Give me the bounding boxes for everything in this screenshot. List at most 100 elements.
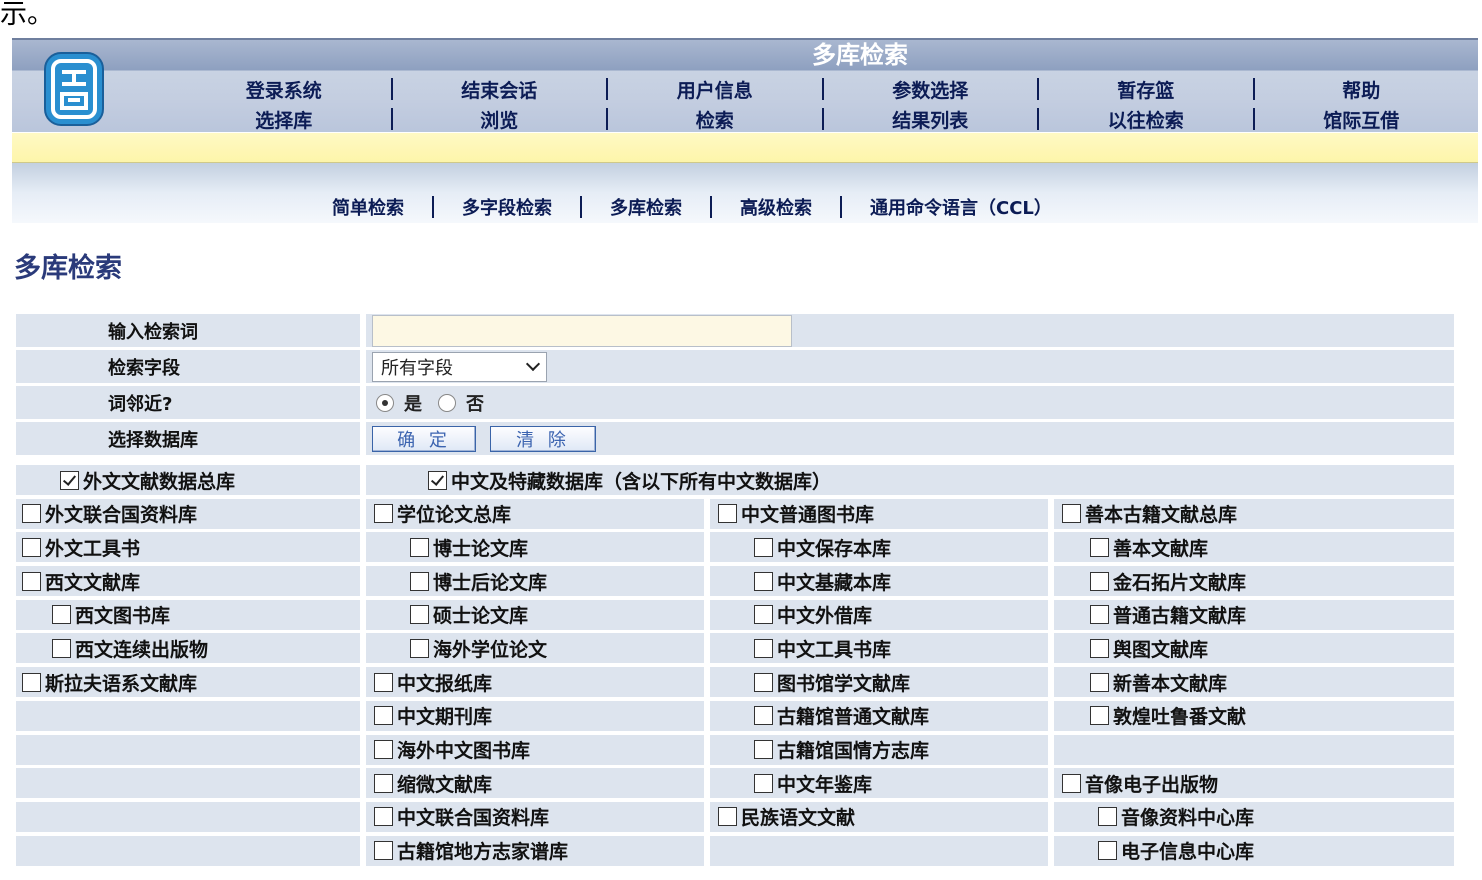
nav-interlibrary-loan[interactable]: 馆际互借 xyxy=(1255,106,1469,133)
db-checkbox[interactable] xyxy=(52,605,71,625)
nav-user-info[interactable]: 用户信息 xyxy=(608,76,822,103)
nav-search-history[interactable]: 以往检索 xyxy=(1039,106,1253,133)
db-checkbox[interactable] xyxy=(754,672,773,692)
db-item[interactable]: 海外中文图书库 xyxy=(366,734,704,765)
db-checkbox[interactable] xyxy=(754,571,773,591)
db-item[interactable]: 中文联合国资料库 xyxy=(366,801,704,832)
nav-result-list[interactable]: 结果列表 xyxy=(824,106,1038,133)
db-item[interactable]: 缩微文献库 xyxy=(366,768,704,799)
db-item[interactable]: 学位论文总库 xyxy=(366,498,704,529)
db-item[interactable]: 博士后论文库 xyxy=(366,566,704,597)
db-item[interactable]: 西文连续出版物 xyxy=(16,633,360,664)
db-checkbox[interactable] xyxy=(1090,605,1109,625)
db-checkbox[interactable] xyxy=(754,638,773,658)
db-item[interactable]: 中文普通图书库 xyxy=(710,498,1048,529)
db-item[interactable]: 中文工具书库 xyxy=(710,633,1048,664)
db-checkbox[interactable] xyxy=(1062,504,1081,524)
db-checkbox[interactable] xyxy=(22,571,41,591)
db-item[interactable]: 古籍馆普通文献库 xyxy=(710,700,1048,731)
adjacent-yes-radio[interactable] xyxy=(376,393,394,412)
db-checkbox[interactable] xyxy=(22,537,41,557)
db-checkbox[interactable] xyxy=(718,504,737,524)
clear-button[interactable]: 清 除 xyxy=(490,425,596,452)
db-item[interactable]: 善本文献库 xyxy=(1054,532,1454,563)
db-checkbox[interactable] xyxy=(52,638,71,658)
db-item[interactable]: 普通古籍文献库 xyxy=(1054,599,1454,630)
db-item[interactable]: 中文期刊库 xyxy=(366,700,704,731)
db-item[interactable]: 音像资料中心库 xyxy=(1054,801,1454,832)
db-item[interactable]: 中文外借库 xyxy=(710,599,1048,630)
db-item[interactable]: 新善本文献库 xyxy=(1054,667,1454,698)
tab-multi-database-search[interactable]: 多库检索 xyxy=(610,194,682,220)
db-checkbox[interactable] xyxy=(754,537,773,557)
tab-advanced-search[interactable]: 高级检索 xyxy=(740,194,812,220)
db-item[interactable]: 敦煌吐鲁番文献 xyxy=(1054,700,1454,731)
db-item[interactable]: 外文联合国资料库 xyxy=(16,498,360,529)
db-checkbox[interactable] xyxy=(22,504,41,524)
field-select[interactable]: 所有字段 xyxy=(372,351,547,382)
db-checkbox[interactable] xyxy=(410,537,429,557)
db-checkbox[interactable] xyxy=(1098,841,1117,861)
adjacent-no-radio[interactable] xyxy=(438,393,456,412)
db-item[interactable]: 海外学位论文 xyxy=(366,633,704,664)
db-checkbox[interactable] xyxy=(60,470,79,490)
db-checkbox[interactable] xyxy=(1090,537,1109,557)
nav-browse[interactable]: 浏览 xyxy=(393,106,607,133)
db-item[interactable]: 外文工具书 xyxy=(16,532,360,563)
db-item[interactable]: 民族语文文献 xyxy=(710,801,1048,832)
db-checkbox[interactable] xyxy=(410,605,429,625)
db-item[interactable]: 中文报纸库 xyxy=(366,667,704,698)
db-item[interactable]: 斯拉夫语系文献库 xyxy=(16,667,360,698)
db-checkbox[interactable] xyxy=(374,841,393,861)
db-checkbox[interactable] xyxy=(410,638,429,658)
db-item[interactable]: 西文文献库 xyxy=(16,566,360,597)
db-item[interactable]: 西文图书库 xyxy=(16,599,360,630)
tab-multi-field-search[interactable]: 多字段检索 xyxy=(462,194,552,220)
tab-ccl-search[interactable]: 通用命令语言（CCL） xyxy=(870,194,1052,220)
db-item[interactable]: 中文保存本库 xyxy=(710,532,1048,563)
keyword-input[interactable] xyxy=(372,314,792,347)
db-item[interactable]: 古籍馆国情方志库 xyxy=(710,734,1048,765)
db-item[interactable]: 电子信息中心库 xyxy=(1054,835,1454,866)
db-checkbox[interactable] xyxy=(374,504,393,524)
db-item[interactable]: 音像电子出版物 xyxy=(1054,768,1454,799)
nav-help[interactable]: 帮助 xyxy=(1255,76,1469,103)
db-item[interactable]: 中文基藏本库 xyxy=(710,566,1048,597)
db-checkbox[interactable] xyxy=(1090,571,1109,591)
db-item[interactable]: 舆图文献库 xyxy=(1054,633,1454,664)
db-item[interactable]: 图书馆学文献库 xyxy=(710,667,1048,698)
db-checkbox[interactable] xyxy=(1090,672,1109,692)
db-checkbox[interactable] xyxy=(754,706,773,726)
db-checkbox[interactable] xyxy=(1098,807,1117,827)
db-checkbox[interactable] xyxy=(754,773,773,793)
db-checkbox[interactable] xyxy=(754,740,773,759)
db-checkbox[interactable] xyxy=(1062,773,1081,793)
nav-login[interactable]: 登录系统 xyxy=(177,76,391,103)
tab-simple-search[interactable]: 简单检索 xyxy=(332,194,404,220)
db-checkbox[interactable] xyxy=(1090,638,1109,658)
db-checkbox[interactable] xyxy=(374,672,393,692)
db-item[interactable]: 硕士论文库 xyxy=(366,599,704,630)
db-checkbox[interactable] xyxy=(718,807,737,827)
db-checkbox[interactable] xyxy=(374,773,393,793)
db-item[interactable]: 金石拓片文献库 xyxy=(1054,566,1454,597)
nav-preferences[interactable]: 参数选择 xyxy=(824,76,1038,103)
nav-search[interactable]: 检索 xyxy=(608,106,822,133)
db-item[interactable]: 善本古籍文献总库 xyxy=(1054,498,1454,529)
nav-end-session[interactable]: 结束会话 xyxy=(393,76,607,103)
db-checkbox[interactable] xyxy=(374,807,393,827)
db-checkbox[interactable] xyxy=(374,706,393,726)
db-all-chinese[interactable]: 中文及特藏数据库（含以下所有中文数据库） xyxy=(366,465,1454,495)
db-checkbox[interactable] xyxy=(374,740,393,759)
db-checkbox[interactable] xyxy=(410,571,429,591)
db-checkbox[interactable] xyxy=(1090,706,1109,726)
db-all-foreign[interactable]: 外文文献数据总库 xyxy=(16,465,360,495)
db-item[interactable]: 博士论文库 xyxy=(366,532,704,563)
db-checkbox[interactable] xyxy=(428,470,447,490)
db-checkbox[interactable] xyxy=(22,672,41,692)
nav-basket[interactable]: 暂存篮 xyxy=(1039,76,1253,103)
nav-select-library[interactable]: 选择库 xyxy=(177,106,391,133)
db-item[interactable]: 古籍馆地方志家谱库 xyxy=(366,835,704,866)
db-checkbox[interactable] xyxy=(754,605,773,625)
db-item[interactable]: 中文年鉴库 xyxy=(710,768,1048,799)
